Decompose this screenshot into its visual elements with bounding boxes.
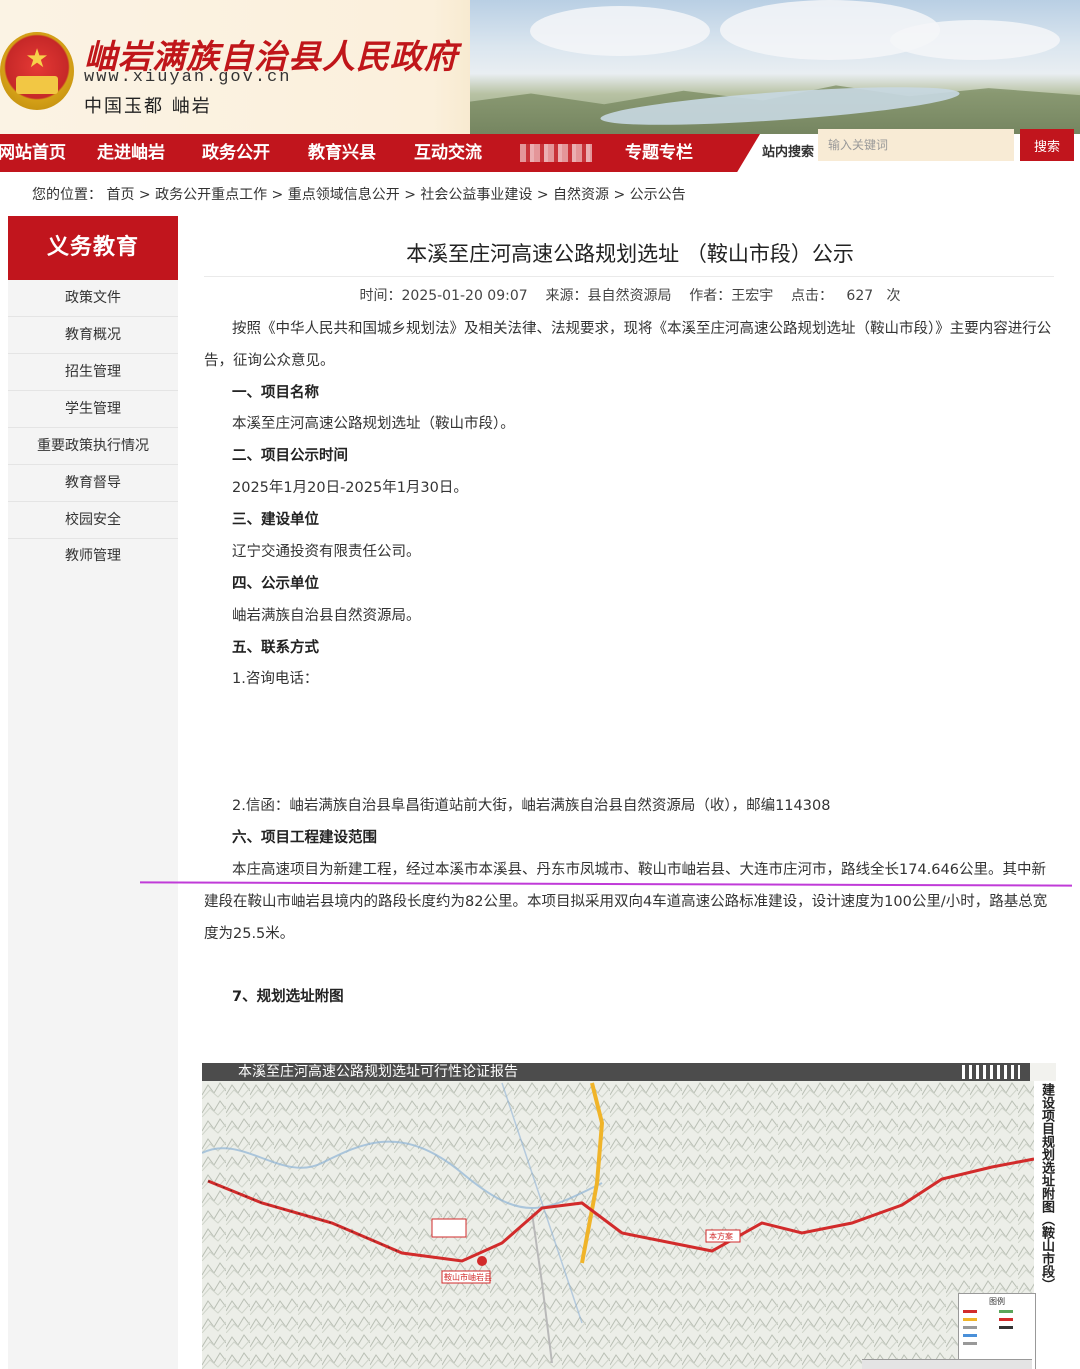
site-url: www.xiuyan.gov.cn (84, 68, 292, 87)
search-label: 站内搜索 (762, 145, 815, 160)
section-4-title: 四、公示单位 (232, 576, 319, 592)
section-3-body: 辽宁交通投资有限责任公司。 (232, 544, 421, 560)
national-emblem-logo: ★ (0, 32, 74, 110)
sidebar-item-supervision[interactable]: 教育督导 (8, 465, 178, 502)
section-1-body: 本溪至庄河高速公路规划选址（鞍山市段）。 (232, 416, 515, 432)
search-button[interactable]: 搜索 (1020, 129, 1074, 161)
sidebar-item-overview[interactable]: 教育概况 (8, 317, 178, 354)
map-side-title: 建设项目规划选址附图（鞍山市段） (1039, 1083, 1054, 1291)
breadcrumb-separator: > (613, 187, 626, 203)
sidebar-item-students[interactable]: 学生管理 (8, 391, 178, 428)
breadcrumb-natural-resources[interactable]: 自然资源 (553, 187, 609, 203)
section-3-title: 三、建设单位 (232, 512, 319, 528)
breadcrumb: 您的位置： 首页 > 政务公开重点工作 > 重点领域信息公开 > 社会公益事业建… (32, 184, 686, 204)
search-input[interactable] (818, 129, 1014, 161)
breadcrumb-separator: > (404, 187, 416, 203)
route-map-image: 鞍山市岫岩县 本方案 本溪至庄河高速公路规划选址可行性论证报告 建设项目规划选址… (202, 1063, 1056, 1369)
section-1-title: 一、项目名称 (232, 385, 319, 401)
breadcrumb-prefix: 您的位置： (32, 187, 102, 203)
sidebar-item-policy-docs[interactable]: 政策文件 (8, 280, 178, 317)
nav-item-education[interactable]: 教育兴县 (308, 134, 376, 172)
nav-item-about[interactable]: 走进岫岩 (97, 134, 165, 172)
sidebar-title: 义务教育 (8, 216, 178, 280)
map-terrain (202, 1081, 1035, 1369)
breadcrumb-separator: > (138, 187, 151, 203)
section-5-title: 五、联系方式 (232, 640, 319, 656)
article-title: 本溪至庄河高速公路规划选址 （鞍山市段）公示 (406, 242, 854, 266)
map-header-bar: 本溪至庄河高速公路规划选址可行性论证报告 (202, 1063, 1030, 1081)
section-7-title: 7、规划选址附图 (232, 989, 344, 1005)
breadcrumb-key-work[interactable]: 政务公开重点工作 (155, 187, 267, 203)
map-legend: 图例 (958, 1293, 1036, 1369)
section-6-body: 本庄高速项目为新建工程，经过本溪市本溪县、丹东市凤城市、鞍山市岫岩县、大连市庄河… (204, 862, 1048, 942)
nav-item-interaction-label: 互动交流 (414, 143, 482, 163)
section-4-body: 岫岩满族自治县自然资源局。 (232, 608, 421, 624)
contact-phone: 1.咨询电话： (232, 671, 319, 687)
breadcrumb-announcements[interactable]: 公示公告 (630, 187, 686, 203)
breadcrumb-home[interactable]: 首页 (106, 187, 134, 203)
map-label-xiuyan: 鞍山市岫岩县 (444, 1273, 492, 1282)
breadcrumb-separator: > (536, 187, 549, 203)
breadcrumb-public-welfare[interactable]: 社会公益事业建设 (420, 187, 532, 203)
sidebar-item-campus-safety[interactable]: 校园安全 (8, 502, 178, 539)
article-intro: 按照《中华人民共和国城乡规划法》及相关法律、法规要求，现将《本溪至庄河高速公路规… (204, 321, 1052, 369)
sidebar: 义务教育 政策文件 教育概况 招生管理 学生管理 重要政策执行情况 教育督导 校… (8, 216, 178, 1369)
nav-item-gov-affairs[interactable]: 政务公开 (202, 134, 270, 172)
article-meta: 时间：2025-01-20 09:07 来源：县自然资源局 作者：王宏宇 点击：… (359, 288, 901, 304)
site-header: ★ 岫岩满族自治县人民政府 www.xiuyan.gov.cn 中国玉都 岫岩 (0, 0, 1080, 134)
divider (204, 276, 1054, 277)
site-slogan: 中国玉都 岫岩 (84, 96, 212, 117)
sidebar-item-teachers[interactable]: 教师管理 (8, 538, 178, 574)
contact-mail: 2.信函：岫岩满族自治县阜昌街道站前大街，岫岩满族自治县自然资源局（收），邮编1… (232, 798, 831, 814)
section-2-body: 2025年1月20日-2025年1月30日。 (232, 480, 468, 496)
nav-item-interaction[interactable]: 互动交流 (414, 134, 482, 172)
sidebar-item-enrollment[interactable]: 招生管理 (8, 354, 178, 391)
breadcrumb-disclosure[interactable]: 重点领域信息公开 (288, 187, 400, 203)
nav-item-obscured[interactable] (520, 144, 592, 162)
nav-item-topics[interactable]: 专题专栏 (625, 134, 693, 172)
nav-item-home[interactable]: 网站首页 (0, 134, 66, 172)
sidebar-item-policy-execution[interactable]: 重要政策执行情况 (8, 428, 178, 465)
section-6-title: 六、项目工程建设范围 (232, 830, 377, 846)
map-title: 本溪至庄河高速公路规划选址可行性论证报告 (238, 1064, 518, 1080)
map-label-plan: 本方案 (709, 1232, 733, 1241)
section-2-title: 二、项目公示时间 (232, 448, 348, 464)
breadcrumb-separator: > (271, 187, 284, 203)
